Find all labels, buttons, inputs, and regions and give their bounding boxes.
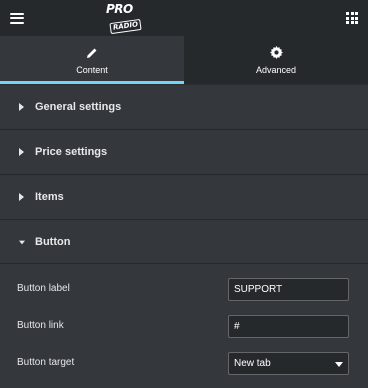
section-title: Items — [35, 191, 64, 203]
section-items[interactable]: Items — [0, 174, 368, 219]
button-link-input[interactable]: # — [228, 315, 349, 338]
gear-icon — [269, 46, 283, 60]
caret-right-icon — [19, 193, 25, 201]
tab-content[interactable]: Content — [0, 36, 184, 84]
logo-text-bottom: RADIO — [109, 18, 142, 35]
caret-right-icon — [19, 103, 25, 111]
button-target-value: New tab — [234, 358, 271, 369]
tab-label: Content — [76, 64, 108, 75]
button-label-label: Button label — [17, 283, 70, 294]
editor-panel: PRO RADIO Content Advanced General setti… — [0, 0, 368, 388]
button-label-row: Button label SUPPORT — [0, 278, 368, 302]
caret-down-icon — [19, 238, 25, 246]
grid-icon[interactable] — [346, 12, 358, 24]
section-button[interactable]: Button — [0, 219, 368, 264]
section-general-settings[interactable]: General settings — [0, 84, 368, 129]
logo-text-top: PRO — [106, 2, 133, 16]
hamburger-icon[interactable] — [10, 12, 24, 24]
section-title: General settings — [35, 101, 122, 113]
section-price-settings[interactable]: Price settings — [0, 129, 368, 174]
button-link-row: Button link # — [0, 315, 368, 339]
pencil-icon — [86, 46, 98, 60]
section-title: Price settings — [35, 146, 108, 158]
section-title: Button — [35, 236, 71, 248]
caret-right-icon — [19, 148, 25, 156]
panel-tabs: Content Advanced — [0, 36, 368, 84]
button-link-label: Button link — [17, 320, 64, 331]
tab-label: Advanced — [255, 64, 297, 75]
button-settings-panel: Button label SUPPORT Button link # Butto… — [0, 263, 368, 388]
button-target-select[interactable]: New tab — [228, 352, 349, 375]
button-target-label: Button target — [17, 357, 75, 368]
button-label-input[interactable]: SUPPORT — [228, 278, 349, 301]
chevron-down-icon — [335, 362, 343, 367]
tab-advanced[interactable]: Advanced — [184, 36, 368, 84]
top-bar: PRO RADIO — [0, 0, 368, 36]
logo: PRO RADIO — [106, 2, 146, 35]
button-target-row: Button target New tab — [0, 352, 368, 376]
